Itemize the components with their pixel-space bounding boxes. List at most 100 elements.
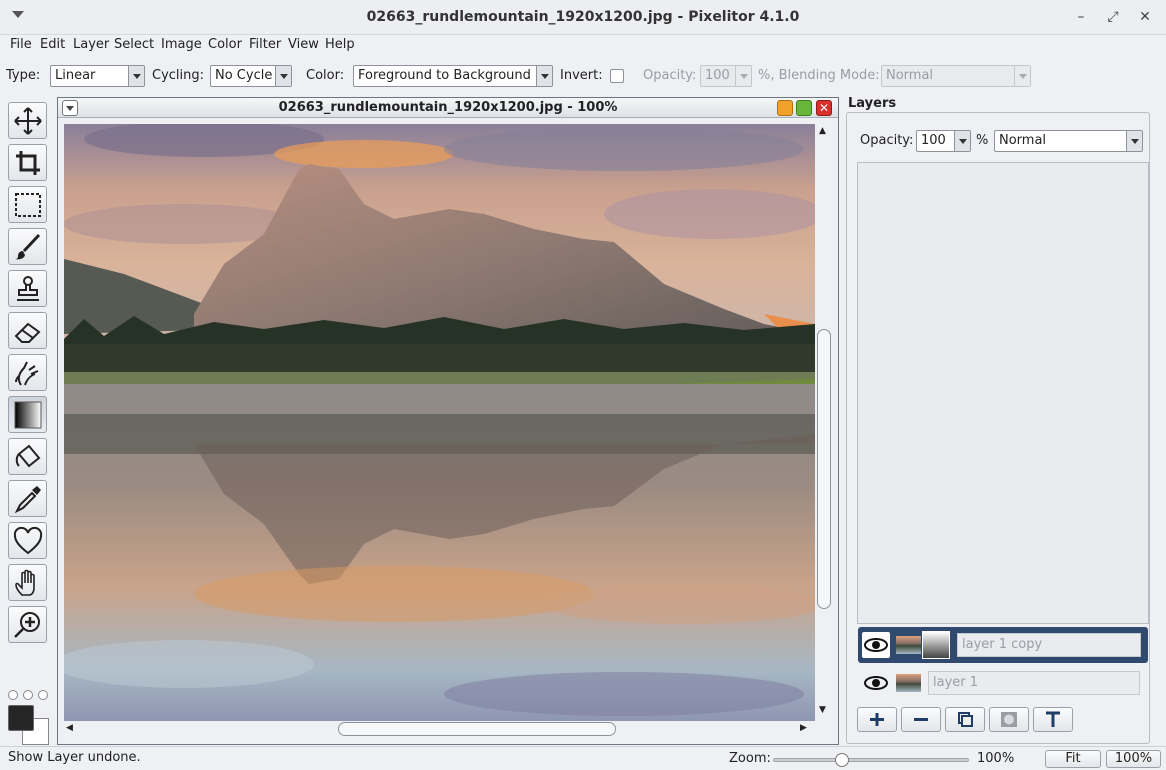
scroll-up-icon[interactable]: ▲ [819, 126, 826, 136]
gradient-tool-button[interactable] [8, 396, 47, 433]
smudge-icon [15, 361, 39, 386]
image-window-titlebar: 02663_rundlemountain_1920x1200.jpg - 100… [58, 98, 838, 118]
eye-icon[interactable] [862, 632, 890, 658]
add-mask-button[interactable] [989, 707, 1029, 732]
hand-tool-button[interactable] [8, 564, 47, 601]
default-colors-dot[interactable] [8, 690, 18, 700]
zoom-slider-thumb[interactable] [835, 753, 849, 767]
eraser-icon [14, 322, 41, 343]
layer-row-selected[interactable]: layer 1 copy [858, 627, 1148, 663]
paint-bucket-tool-button[interactable] [8, 438, 47, 475]
menu-image[interactable]: Image [161, 37, 202, 52]
gradient-icon [14, 401, 42, 429]
brush-tool-button[interactable] [8, 228, 47, 265]
image-window-title: 02663_rundlemountain_1920x1200.jpg - 100… [278, 100, 618, 115]
image-window: 02663_rundlemountain_1920x1200.jpg - 100… [57, 97, 839, 745]
scroll-right-icon[interactable]: ▶ [800, 723, 807, 733]
zoom-slider-track[interactable] [773, 758, 969, 762]
duplicate-layer-button[interactable] [945, 707, 985, 732]
move-tool-button[interactable] [8, 102, 47, 139]
chevron-down-icon [1126, 131, 1142, 151]
type-label: Type: [6, 68, 41, 83]
image-canvas[interactable] [64, 124, 815, 721]
eye-icon[interactable] [862, 670, 890, 696]
chevron-down-icon [128, 66, 144, 86]
delete-layer-button[interactable] [901, 707, 941, 732]
move-icon [14, 107, 42, 135]
image-close-button[interactable]: ✕ [816, 100, 832, 116]
foreground-color-swatch[interactable] [8, 705, 34, 731]
layers-blend-select[interactable]: Normal [994, 130, 1143, 152]
layer-name-field[interactable]: layer 1 copy [957, 633, 1141, 657]
zoom-value: 100% [977, 751, 1015, 766]
zoom-label: Zoom: [729, 751, 771, 766]
add-text-layer-button[interactable] [1033, 707, 1073, 732]
eraser-tool-button[interactable] [8, 312, 47, 349]
paint-bucket-icon [15, 444, 41, 468]
window-title: 02663_rundlemountain_1920x1200.jpg - Pix… [366, 9, 800, 25]
type-select[interactable]: Linear [50, 65, 145, 87]
menu-help[interactable]: Help [325, 37, 355, 52]
layers-opacity-select[interactable]: 100 [916, 130, 971, 152]
menu-select[interactable]: Select [114, 37, 154, 52]
close-button[interactable]: ✕ [1136, 8, 1154, 26]
chevron-down-icon [1014, 66, 1030, 86]
horizontal-scroll-thumb[interactable] [338, 722, 616, 736]
menu-color[interactable]: Color [208, 37, 242, 52]
color-picker-tool-button[interactable] [8, 480, 47, 517]
layer-name-field[interactable]: layer 1 [928, 671, 1140, 695]
image-minimize-button[interactable] [777, 100, 793, 116]
status-message: Show Layer undone. [8, 750, 141, 765]
chevron-down-icon [735, 66, 751, 86]
maximize-button[interactable]: ⤢ [1104, 8, 1122, 26]
crop-icon [16, 151, 40, 175]
clone-stamp-tool-button[interactable] [8, 270, 47, 307]
fit-button[interactable]: Fit [1045, 750, 1101, 768]
text-icon [1046, 711, 1060, 727]
chevron-down-icon [275, 66, 291, 86]
scroll-down-icon[interactable]: ▼ [819, 705, 826, 715]
opacity-label: Opacity: [643, 68, 697, 83]
blending-mode-select[interactable]: Normal [881, 65, 1031, 87]
swap-colors-dot[interactable] [23, 690, 33, 700]
cycling-label: Cycling: [152, 68, 205, 83]
layers-list [857, 162, 1149, 624]
randomize-colors-dot[interactable] [38, 690, 48, 700]
crop-tool-button[interactable] [8, 144, 47, 181]
horizontal-scrollbar[interactable]: ◀ ▶ [64, 722, 815, 737]
title-bar: 02663_rundlemountain_1920x1200.jpg - Pix… [0, 0, 1166, 35]
layer-mask-thumbnail[interactable] [922, 631, 950, 659]
layer-thumbnail[interactable] [896, 674, 921, 692]
opacity-select[interactable]: 100 [700, 65, 752, 87]
cycling-select[interactable]: No Cycle [210, 65, 292, 87]
zoom-tool-button[interactable] [8, 606, 47, 643]
layer-row[interactable]: layer 1 [858, 665, 1148, 701]
brush-icon [15, 233, 41, 260]
minimize-button[interactable]: – [1072, 8, 1090, 26]
smudge-tool-button[interactable] [8, 354, 47, 391]
actual-size-button[interactable]: 100% [1106, 750, 1161, 768]
add-layer-button[interactable] [857, 707, 897, 732]
menu-filter[interactable]: Filter [249, 37, 281, 52]
layers-percent-label: % [976, 133, 989, 148]
vertical-scrollbar[interactable]: ▲ ▼ [817, 124, 831, 721]
chevron-down-icon [536, 66, 552, 86]
minus-icon [914, 718, 928, 721]
image-maximize-button[interactable] [796, 100, 812, 116]
menu-view[interactable]: View [288, 37, 319, 52]
shape-tool-button[interactable] [8, 522, 47, 559]
color-select[interactable]: Foreground to Background [353, 65, 553, 87]
menu-edit[interactable]: Edit [40, 37, 65, 52]
layer-thumbnail[interactable] [896, 636, 921, 654]
menu-layer[interactable]: Layer [73, 37, 109, 52]
tool-options-bar: Type: Linear Cycling: No Cycle Color: Fo… [0, 58, 1166, 94]
vertical-scroll-thumb[interactable] [817, 329, 831, 609]
color-label: Color: [306, 68, 345, 83]
chevron-down-icon [954, 131, 970, 151]
scroll-left-icon[interactable]: ◀ [66, 723, 73, 733]
invert-checkbox[interactable] [610, 69, 624, 83]
selection-tool-button[interactable] [8, 186, 47, 223]
menu-file[interactable]: File [10, 37, 32, 52]
mask-icon [1001, 712, 1017, 727]
heart-icon [13, 526, 43, 555]
